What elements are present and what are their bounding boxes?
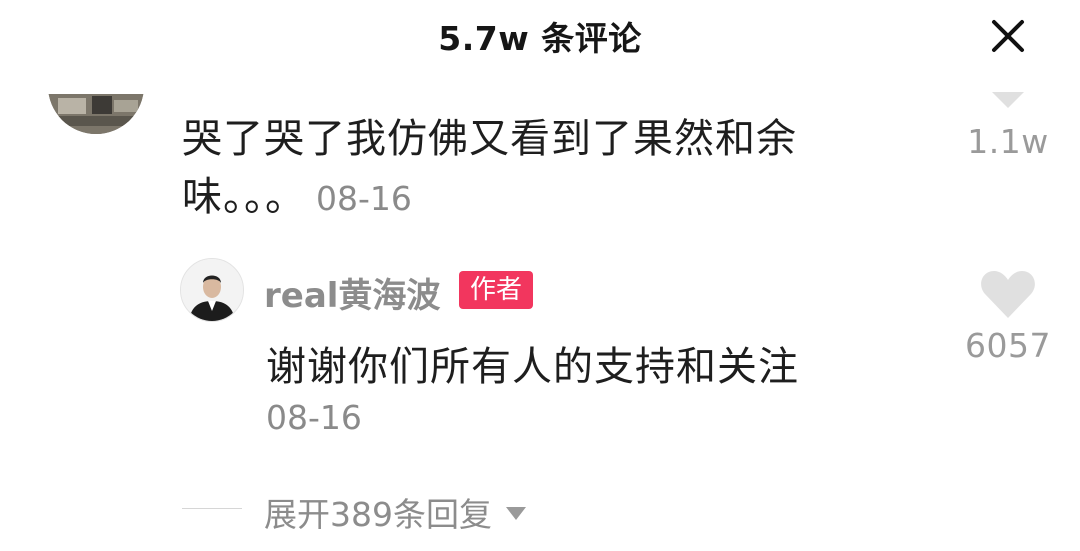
comment-like-count: 1.1w <box>967 122 1049 161</box>
comments-header: 5.7w 条评论 <box>0 0 1080 78</box>
caret-down-icon <box>506 507 526 520</box>
expand-replies-button[interactable]: 展开389条回复 <box>264 488 526 536</box>
heart-icon <box>981 271 1035 318</box>
reply-avatar[interactable] <box>180 258 244 322</box>
author-badge: 作者 <box>459 271 534 309</box>
reply-like-count: 6057 <box>965 326 1051 365</box>
close-button[interactable] <box>990 18 1026 54</box>
expand-replies-label: 展开389条回复 <box>264 495 492 534</box>
reply-text: 谢谢你们所有人的支持和关注 <box>266 344 799 390</box>
close-icon <box>992 20 1024 52</box>
reply-like-button[interactable] <box>980 268 1036 320</box>
comment-text: 哭了哭了我仿佛又看到了果然和余味。。。 <box>182 116 797 220</box>
reply-username[interactable]: real黄海波 <box>264 268 440 317</box>
expand-divider <box>182 508 242 509</box>
comment-body: 哭了哭了我仿佛又看到了果然和余味。。。 08-16 <box>182 110 872 228</box>
reply-date: 08-16 <box>266 398 362 437</box>
comment-date: 08-16 <box>316 179 412 218</box>
comment-count-title: 5.7w 条评论 <box>438 19 642 58</box>
